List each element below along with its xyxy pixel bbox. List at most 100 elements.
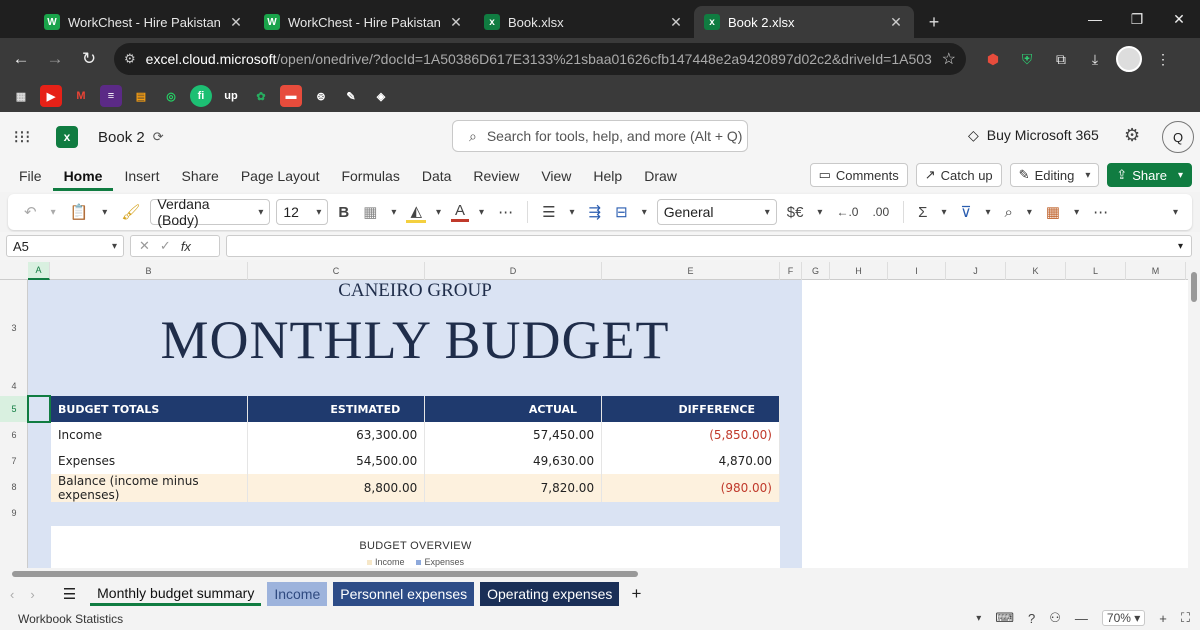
company-name[interactable]: CANEIRO GROUP (28, 280, 802, 302)
budget-overview-chart[interactable]: BUDGET OVERVIEW Income Expenses (51, 526, 780, 568)
increase-decimal-icon[interactable]: .00 (868, 205, 893, 219)
row-header-5[interactable]: 5 (0, 396, 28, 422)
bold-icon[interactable]: B (334, 204, 353, 221)
apps-grid-icon[interactable]: ▦ (10, 85, 32, 107)
cell-estimated[interactable]: 8,800.00 (247, 474, 426, 502)
row-header-4[interactable]: 4 (0, 376, 28, 396)
excel-logo-icon[interactable]: x (56, 126, 78, 148)
browser-tab[interactable]: W WorkChest - Hire Pakistani Free ✕ (254, 6, 474, 38)
bookmark-orange-icon[interactable]: ▤ (130, 85, 152, 107)
gmail-icon[interactable]: M (70, 85, 92, 107)
row-header-7[interactable]: 7 (0, 448, 28, 474)
profile-avatar[interactable] (1116, 46, 1142, 72)
reload-icon[interactable]: ↻ (72, 42, 106, 76)
merge-dropdown-icon[interactable]: ▾ (638, 207, 651, 218)
close-tab-icon[interactable]: ✕ (448, 14, 464, 31)
ribbon-tab-home[interactable]: Home (52, 164, 114, 191)
cell-label[interactable]: Expenses (51, 448, 249, 474)
bookmark-image-icon[interactable]: ◈ (370, 85, 392, 107)
row-header-9[interactable]: 9 (0, 500, 28, 526)
cell-actual[interactable]: 57,450.00 (424, 422, 603, 448)
workbook-statistics[interactable]: Workbook Statistics (18, 612, 123, 626)
share-button[interactable]: ⇪ Share ▾ (1107, 163, 1192, 187)
row-header-3[interactable]: 3 (0, 280, 28, 376)
column-header-j[interactable]: J (946, 262, 1006, 280)
header-actual[interactable]: ACTUAL (424, 396, 603, 422)
align-icon[interactable]: ☰ (538, 203, 559, 221)
zoom-out-icon[interactable]: — (1075, 611, 1088, 626)
whatsapp-icon[interactable]: ◎ (160, 85, 182, 107)
site-info-icon[interactable]: ⚙ (124, 51, 136, 67)
all-sheets-menu-icon[interactable]: ☰ (63, 585, 76, 603)
column-header-l[interactable]: L (1066, 262, 1126, 280)
close-tab-icon[interactable]: ✕ (228, 14, 244, 31)
paste-icon[interactable]: 📋 (66, 203, 93, 221)
ribbon-tab-review[interactable]: Review (462, 164, 530, 191)
formula-input[interactable]: ▾ (226, 235, 1192, 257)
new-tab-button[interactable]: + (914, 6, 954, 38)
column-header-e[interactable]: E (602, 262, 780, 280)
extensions-puzzle-icon[interactable]: ⧉ (1048, 46, 1074, 72)
name-box[interactable]: A5 ▾ (6, 235, 124, 257)
extension-shield-icon[interactable]: ⛨ (1014, 46, 1040, 72)
sort-dropdown-icon[interactable]: ▾ (981, 207, 994, 218)
number-format-dropdown[interactable]: General ▾ (656, 199, 777, 225)
ribbon-tab-view[interactable]: View (530, 164, 582, 191)
cell-label[interactable]: Balance (income minus expenses) (51, 474, 249, 502)
more-options-icon[interactable]: ⋯ (1089, 203, 1112, 221)
comments-button[interactable]: ▭ Comments (809, 163, 908, 187)
bookmark-red-icon[interactable]: ▬ (280, 85, 302, 107)
ribbon-tab-formulas[interactable]: Formulas (330, 164, 410, 191)
column-header-d[interactable]: D (425, 262, 602, 280)
browser-menu-icon[interactable]: ⋮ (1150, 46, 1176, 72)
autosum-dropdown-icon[interactable]: ▾ (937, 207, 950, 218)
cell-difference[interactable]: (980.00) (601, 474, 780, 502)
header-difference[interactable]: DIFFERENCE (601, 396, 780, 422)
ribbon-tab-page-layout[interactable]: Page Layout (230, 164, 331, 191)
back-icon[interactable]: ← (4, 42, 38, 76)
format-painter-icon[interactable]: 🖌 (117, 203, 144, 221)
font-name-dropdown[interactable]: Verdana (Body) ▾ (150, 196, 271, 228)
cell-estimated[interactable]: 54,500.00 (247, 448, 426, 474)
add-sheet-icon[interactable]: + (631, 584, 641, 604)
forward-icon[interactable]: → (38, 42, 72, 76)
align-dropdown-icon[interactable]: ▾ (566, 207, 579, 218)
cell-difference[interactable]: (5,850.00) (601, 422, 780, 448)
column-header-h[interactable]: H (830, 262, 888, 280)
search-box[interactable]: ⌕ Search for tools, help, and more (Alt … (452, 120, 748, 152)
confirm-entry-icon[interactable]: ✓ (160, 238, 171, 254)
currency-dropdown-icon[interactable]: ▾ (813, 207, 826, 218)
column-header-c[interactable]: C (248, 262, 425, 280)
prev-sheet-icon[interactable]: ‹ (10, 587, 14, 602)
bookmark-pen-icon[interactable]: ✎ (340, 85, 362, 107)
downloads-icon[interactable]: ⤓ (1082, 46, 1108, 72)
fill-dropdown-icon[interactable]: ▾ (432, 207, 445, 218)
buy-microsoft-365-button[interactable]: ◇ Buy Microsoft 365 (968, 127, 1099, 144)
header-estimated[interactable]: ESTIMATED (247, 396, 426, 422)
ribbon-tab-draw[interactable]: Draw (633, 164, 688, 191)
cell-estimated[interactable]: 63,300.00 (247, 422, 426, 448)
workbook-name[interactable]: Book 2 (98, 129, 145, 146)
sheet-tab-operating-expenses[interactable]: Operating expenses (480, 582, 620, 606)
find-dropdown-icon[interactable]: ▾ (1023, 207, 1036, 218)
borders-icon[interactable]: ▦ (359, 203, 381, 221)
zoom-in-icon[interactable]: + (1159, 611, 1167, 626)
bookmark-purple-icon[interactable]: ≡ (100, 85, 122, 107)
minimize-icon[interactable]: — (1074, 0, 1116, 38)
url-field[interactable]: ⚙ excel.cloud.microsoft/open/onedrive/?d… (114, 43, 966, 75)
wrap-text-icon[interactable]: ⇶ (585, 203, 606, 221)
font-size-dropdown[interactable]: 12 ▾ (276, 199, 329, 225)
youtube-icon[interactable]: ▶ (40, 85, 62, 107)
column-header-k[interactable]: K (1006, 262, 1066, 280)
column-header-m[interactable]: M (1126, 262, 1186, 280)
ribbon-tab-share[interactable]: Share (170, 164, 229, 191)
merge-icon[interactable]: ⊟ (611, 203, 632, 221)
app-launcher-icon[interactable]: ⁝⁝⁝ (0, 127, 44, 148)
collapse-ribbon-icon[interactable]: ▾ (1169, 207, 1182, 218)
scroll-thumb[interactable] (1191, 272, 1197, 302)
header-budget-totals[interactable]: BUDGET TOTALS (51, 396, 249, 422)
zoom-level[interactable]: 70% ▾ (1101, 610, 1146, 626)
table-styles-icon[interactable]: ▦ (1042, 203, 1064, 221)
extension-red-icon[interactable]: ⬢ (980, 46, 1006, 72)
ribbon-tab-insert[interactable]: Insert (113, 164, 170, 191)
